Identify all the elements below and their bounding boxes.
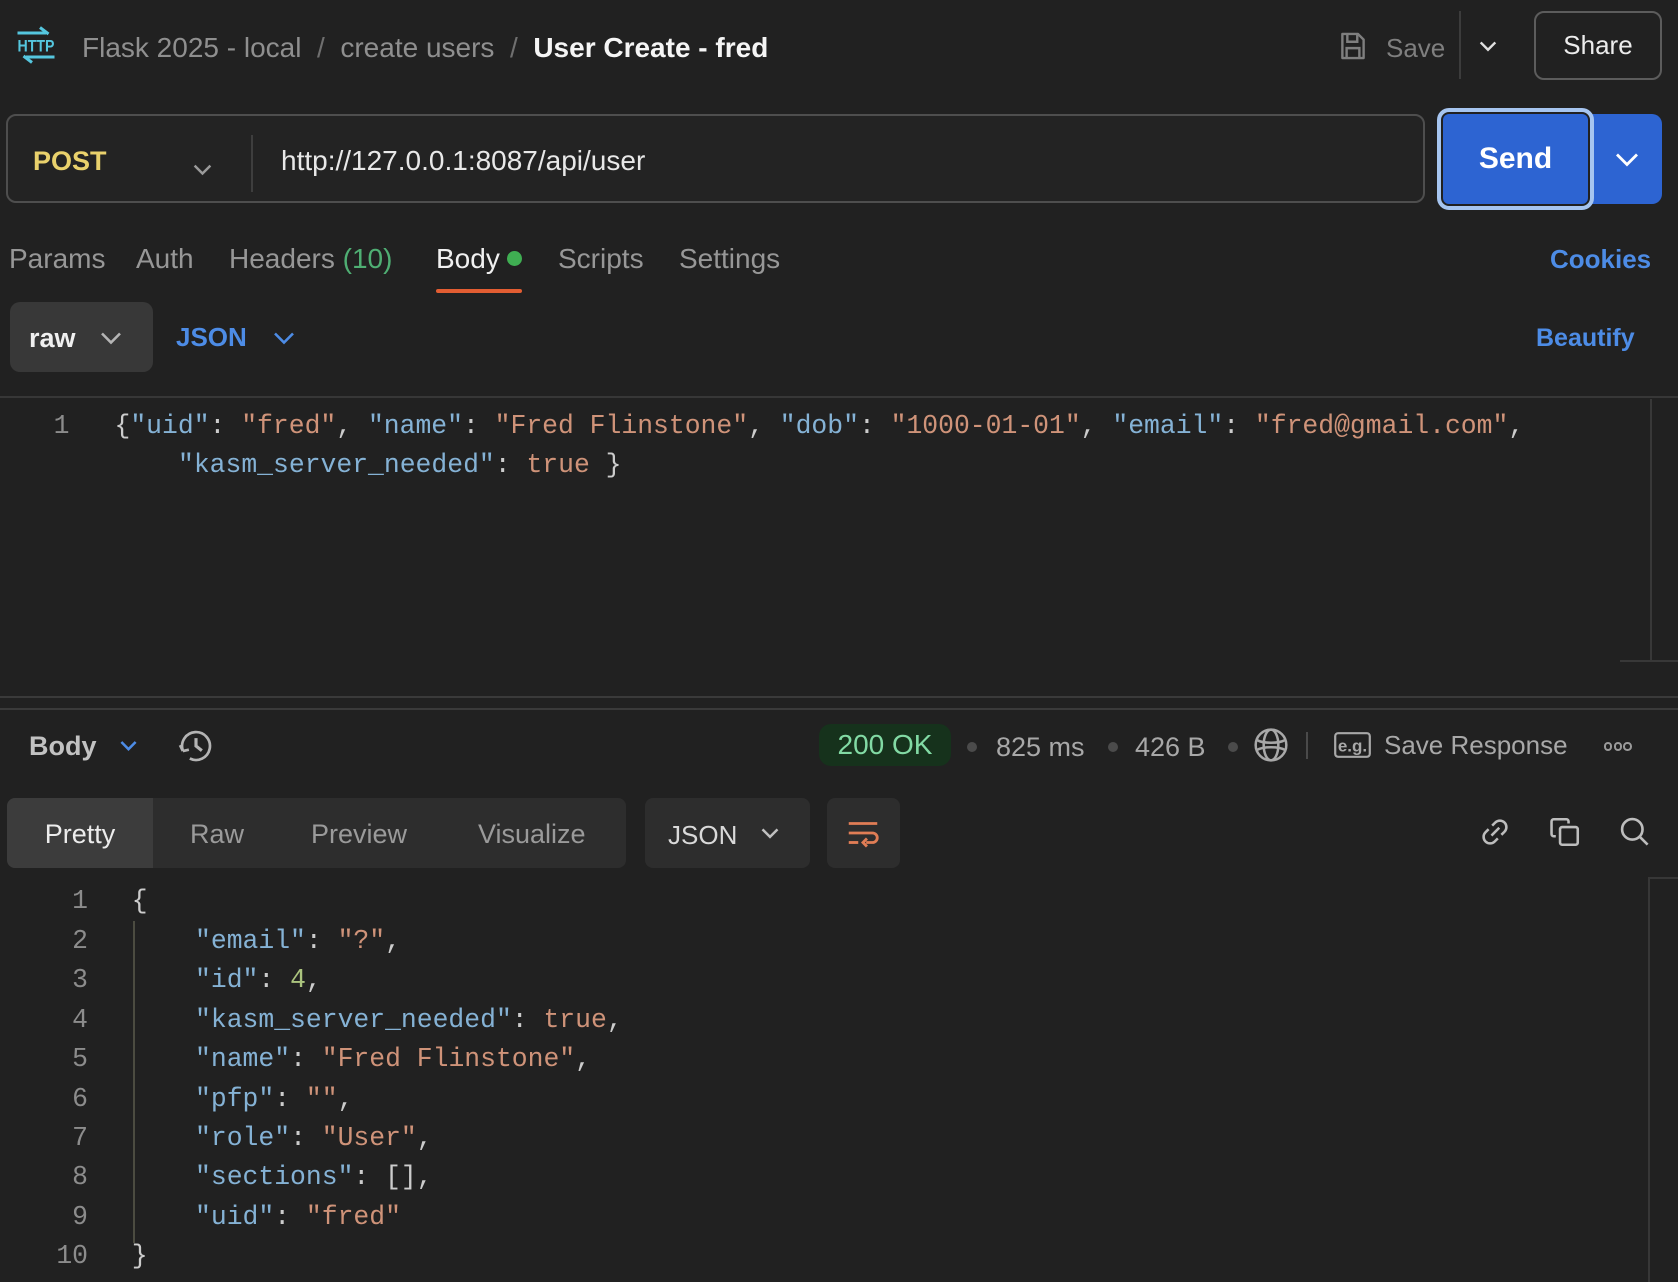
svg-text:e.g.: e.g.	[1338, 737, 1367, 756]
svg-text:HTTP: HTTP	[18, 38, 55, 56]
